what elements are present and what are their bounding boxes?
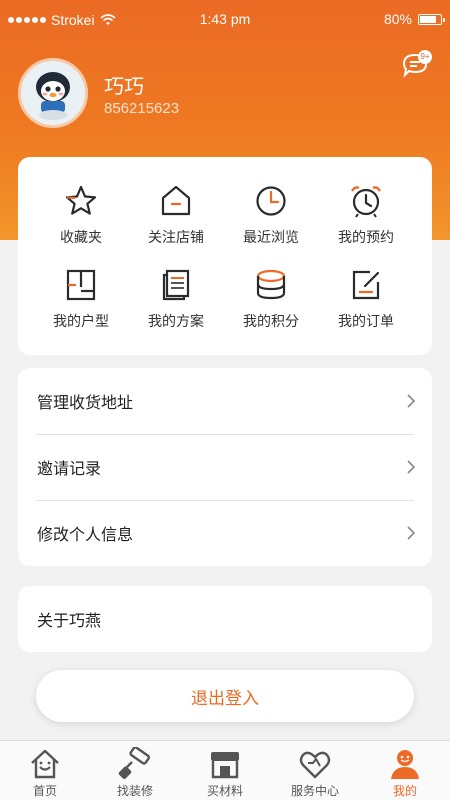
order-icon — [352, 270, 380, 300]
user-id: 856215623 — [104, 100, 180, 117]
logout-button[interactable]: 退出登入 — [36, 670, 414, 722]
avatar[interactable] — [18, 58, 88, 128]
clock-icon — [256, 186, 286, 216]
status-bar: Strokei 1:43 pm 80% — [0, 0, 450, 40]
grid-label: 我的方案 — [148, 313, 204, 329]
heart-service-icon — [299, 751, 331, 779]
grid-label: 我的积分 — [243, 313, 299, 329]
tab-label: 我的 — [392, 784, 417, 798]
menu-item-about[interactable]: 关于巧燕 — [18, 586, 432, 652]
grid-label: 我的订单 — [338, 313, 394, 329]
about-card: 关于巧燕 — [18, 586, 432, 652]
menu-item-invitations[interactable]: 邀请记录 — [18, 434, 432, 500]
star-icon — [65, 185, 97, 215]
grid-label: 最近浏览 — [243, 229, 299, 245]
battery-percent: 80% — [383, 11, 412, 27]
coins-icon — [256, 269, 286, 300]
tab-bar: 首页 找装修 买材料 服务中心 我的 — [0, 740, 450, 800]
menu-item-label: 邀请记录 — [37, 461, 102, 478]
menu-item-label: 管理收货地址 — [37, 395, 134, 412]
battery-icon — [418, 13, 445, 25]
tab-buy-materials[interactable]: 买材料 — [180, 747, 270, 799]
message-badge: 9+ — [418, 50, 432, 64]
tab-label: 服务中心 — [290, 784, 339, 798]
menu-item-manage-address[interactable]: 管理收货地址 — [18, 368, 432, 434]
grid-item-plans[interactable]: 我的方案 — [129, 267, 223, 341]
grid-item-recent-views[interactable]: 最近浏览 — [224, 183, 318, 257]
grid-item-orders[interactable]: 我的订单 — [319, 267, 413, 341]
tab-home[interactable]: 首页 — [0, 747, 90, 799]
grid-item-floor-plans[interactable]: 我的户型 — [34, 267, 128, 341]
shortcuts-card: 收藏夹 关注店铺 最近浏览 我的预约 我的户型 我的方案 我的积分 我的订单 — [18, 157, 432, 355]
menu-item-edit-profile[interactable]: 修改个人信息 — [18, 500, 432, 566]
settings-menu-card: 管理收货地址 邀请记录 修改个人信息 — [18, 368, 432, 566]
alarm-clock-icon — [351, 186, 381, 218]
tab-service-center[interactable]: 服务中心 — [270, 747, 360, 799]
grid-item-appointments[interactable]: 我的预约 — [319, 183, 413, 257]
shop-icon — [161, 185, 191, 216]
penguin-avatar-image — [21, 61, 85, 125]
battery-info: 80% — [383, 11, 445, 27]
user-icon — [391, 750, 419, 779]
document-icon — [162, 269, 190, 301]
floor-plan-icon — [66, 269, 96, 301]
user-name: 巧巧 — [104, 76, 144, 98]
grid-label: 关注店铺 — [148, 229, 204, 245]
tab-label: 找装修 — [116, 784, 153, 798]
grid-item-followed-shops[interactable]: 关注店铺 — [129, 183, 223, 257]
menu-item-label: 关于巧燕 — [37, 613, 102, 630]
tab-label: 买材料 — [206, 784, 243, 798]
paint-roller-icon — [118, 747, 151, 779]
tab-find-decoration[interactable]: 找装修 — [90, 747, 180, 799]
tab-label: 首页 — [32, 784, 57, 798]
home-icon — [31, 749, 59, 779]
grid-label: 收藏夹 — [60, 229, 102, 245]
menu-item-label: 修改个人信息 — [37, 527, 134, 544]
store-icon — [211, 752, 239, 779]
grid-item-points[interactable]: 我的积分 — [224, 267, 318, 341]
status-time: 1:43 pm — [199, 11, 251, 27]
grid-label: 我的户型 — [53, 313, 109, 329]
chevron-right-icon — [407, 394, 416, 408]
chevron-right-icon — [407, 460, 416, 474]
grid-item-favorites[interactable]: 收藏夹 — [34, 183, 128, 257]
logout-label: 退出登入 — [191, 688, 259, 708]
tab-mine[interactable]: 我的 — [360, 747, 450, 799]
grid-label: 我的预约 — [338, 229, 394, 245]
chevron-right-icon — [407, 526, 416, 540]
